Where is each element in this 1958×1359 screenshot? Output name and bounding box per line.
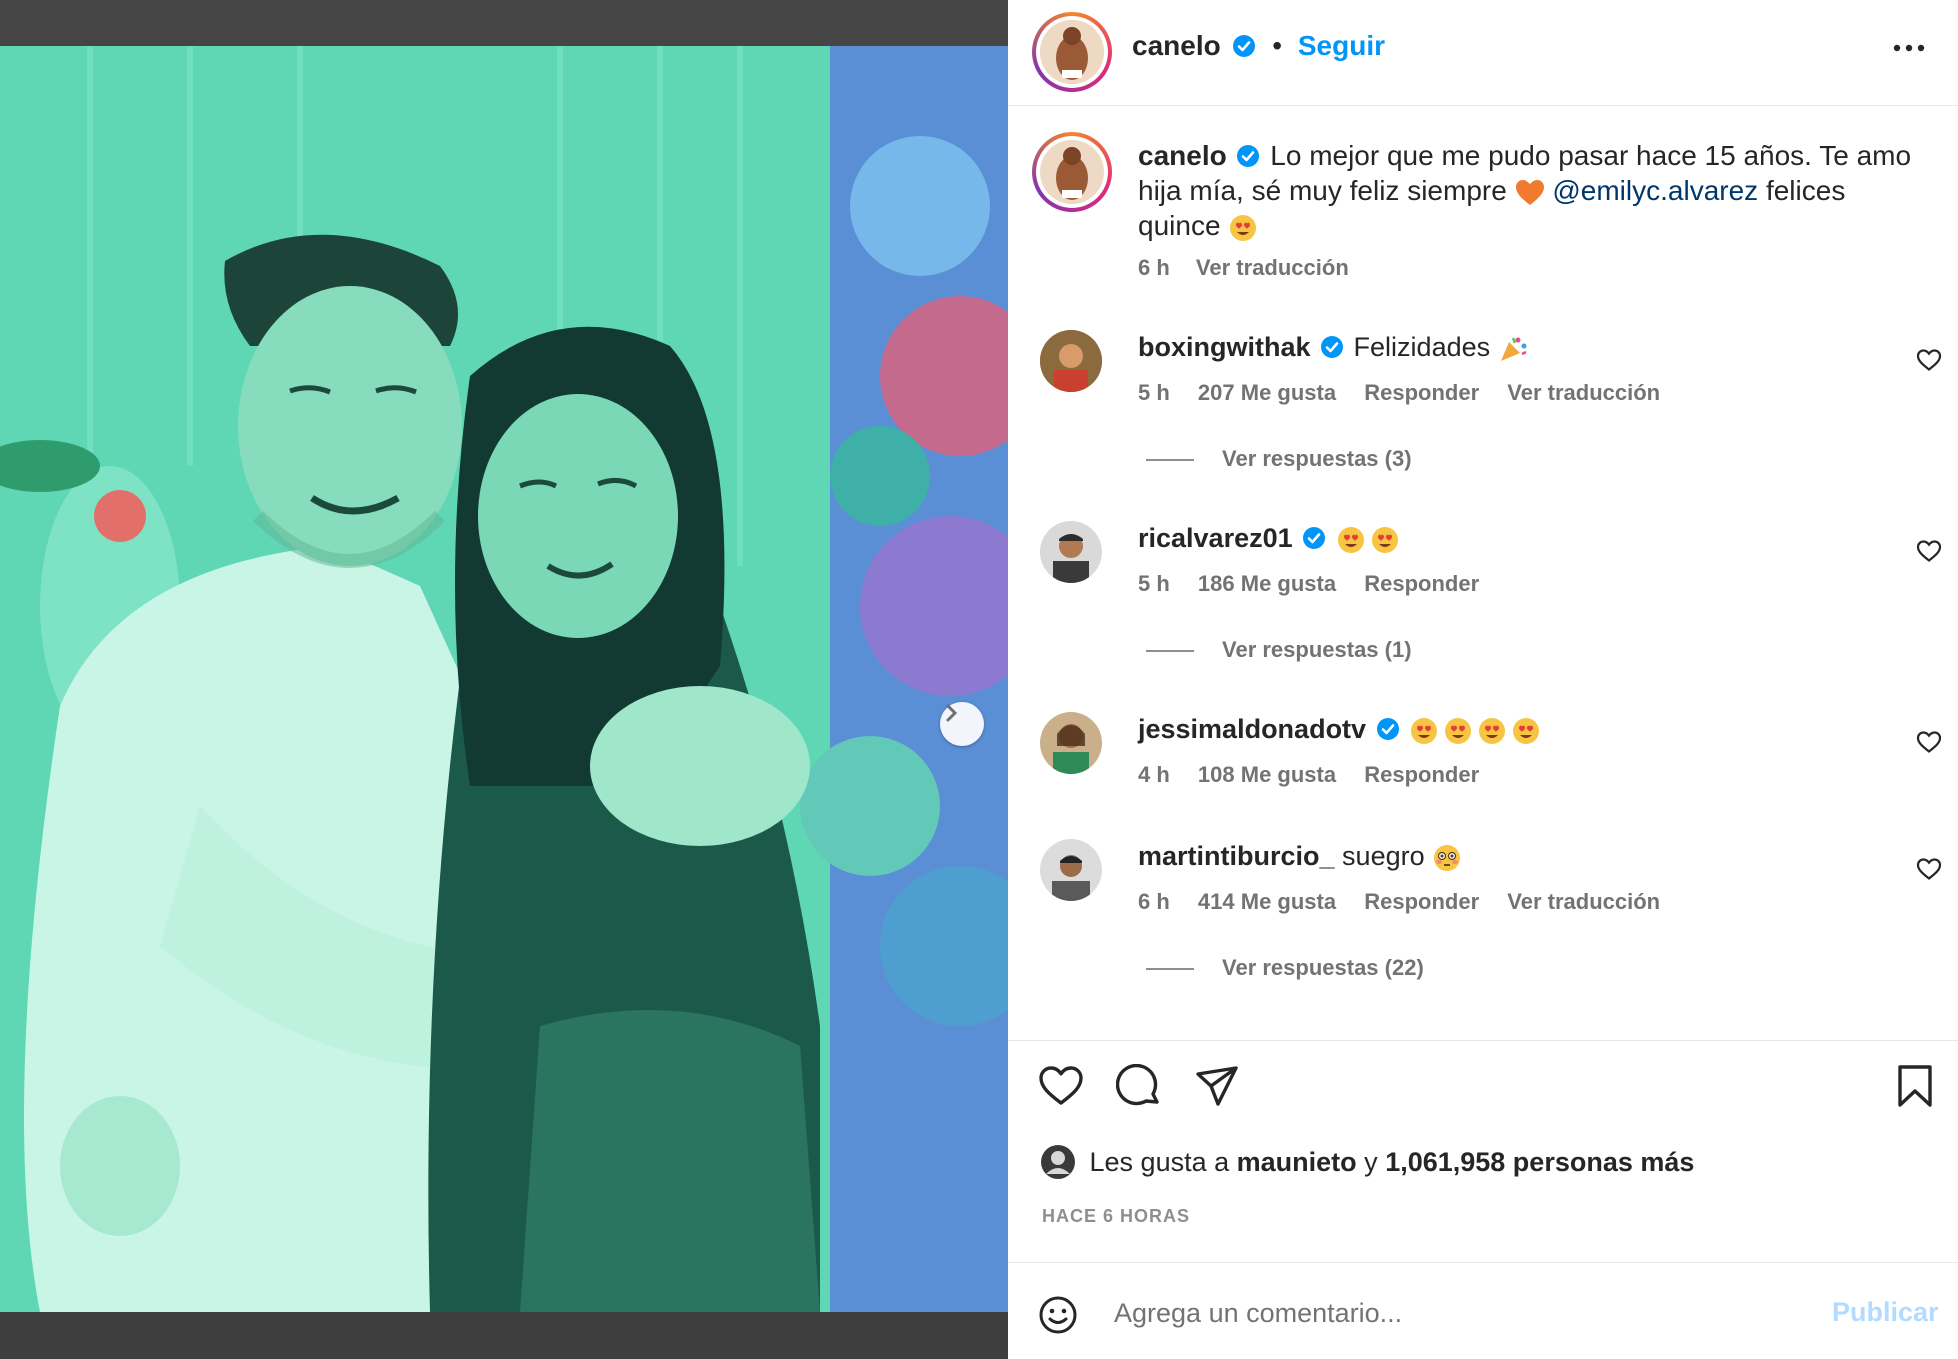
likes-count-link[interactable]: 1,061,958 personas más: [1385, 1147, 1694, 1177]
replies-line: [1146, 459, 1194, 462]
liker-username[interactable]: maunieto: [1237, 1147, 1357, 1177]
comment-username[interactable]: jessimaldonadotv: [1138, 714, 1366, 744]
likes-summary: Les gusta a maunieto y 1,061,958 persona…: [1040, 1144, 1694, 1180]
caption-username[interactable]: canelo: [1138, 140, 1227, 171]
verified-badge-icon: [1321, 335, 1344, 358]
avatar-photo: [1040, 140, 1104, 204]
avatar-photo: [1040, 712, 1102, 774]
verified-badge-icon: [1237, 144, 1260, 167]
emoji-picker-icon[interactable]: [1038, 1295, 1078, 1335]
party-popper-emoji-icon: [1500, 337, 1527, 361]
avatar-photo: [1040, 521, 1102, 583]
commenter-avatar[interactable]: [1040, 712, 1102, 774]
flushed-face-emoji-icon: [1434, 844, 1461, 871]
likes-prefix: Les gusta a: [1089, 1147, 1230, 1177]
comment-item: boxingwithak Felizidades 5 h 207 Me gust…: [1008, 330, 1958, 480]
header-separator: •: [1272, 30, 1283, 61]
author-avatar[interactable]: [1032, 12, 1112, 92]
replies-line: [1146, 650, 1194, 653]
comment-item: ricalvarez01 5 h 186 Me gusta Responder …: [1008, 521, 1958, 671]
orange-heart-icon: [1515, 179, 1544, 205]
comment-reply-button[interactable]: Responder: [1364, 889, 1479, 914]
view-replies-button[interactable]: Ver respuestas (22): [1146, 955, 1424, 981]
photo-bottom-strip: [0, 1312, 1008, 1359]
liker-avatar[interactable]: [1040, 1144, 1076, 1180]
comment-item: martintiburcio_ suegro 6 h 414 Me gusta …: [1008, 839, 1958, 999]
caption-meta: 6 h Ver traducción: [1138, 255, 1369, 281]
comment-reply-button[interactable]: Responder: [1364, 762, 1479, 787]
photo-top-strip: [0, 0, 1008, 46]
follow-button[interactable]: Seguir: [1298, 30, 1385, 61]
comment-time: 4 h: [1138, 762, 1170, 787]
caption-time: 6 h: [1138, 255, 1170, 280]
comment-time: 6 h: [1138, 889, 1170, 914]
more-options-button[interactable]: [1892, 40, 1926, 58]
verified-badge-icon: [1233, 34, 1256, 57]
comment-item: jessimaldonadotv 4 h 108 Me gusta Respon…: [1008, 712, 1958, 802]
heart-eyes-emoji-icon: [1337, 526, 1398, 553]
comment-translate-link[interactable]: Ver traducción: [1507, 380, 1660, 405]
avatar-photo: [1040, 839, 1102, 901]
commenter-avatar[interactable]: [1040, 521, 1102, 583]
heart-eyes-emoji-icon: [1230, 214, 1257, 241]
commenter-avatar[interactable]: [1040, 330, 1102, 392]
publish-button[interactable]: Publicar: [1832, 1297, 1939, 1328]
chevron-right-icon: [946, 704, 958, 722]
heart-eyes-emoji-icon: [1411, 717, 1540, 744]
post-caption: canelo Lo mejor que me pudo pasar hace 1…: [1138, 138, 1918, 243]
like-comment-heart-icon[interactable]: [1916, 730, 1942, 754]
commenter-avatar[interactable]: [1040, 839, 1102, 901]
instagram-post-view: canelo • Seguir canelo Lo mejor que me p…: [0, 0, 1958, 1359]
comment-likes[interactable]: 414 Me gusta: [1198, 889, 1336, 914]
comment-input[interactable]: [1114, 1293, 1794, 1333]
caption-translate-link[interactable]: Ver traducción: [1196, 255, 1349, 280]
save-bookmark-icon[interactable]: [1896, 1064, 1934, 1108]
comment-username[interactable]: boxingwithak: [1138, 332, 1311, 362]
post-timestamp: HACE 6 HORAS: [1042, 1206, 1191, 1226]
verified-badge-icon: [1303, 526, 1326, 549]
replies-label: Ver respuestas (3): [1222, 446, 1412, 471]
comment-username[interactable]: ricalvarez01: [1138, 523, 1293, 553]
comment-time: 5 h: [1138, 571, 1170, 596]
like-comment-heart-icon[interactable]: [1916, 348, 1942, 372]
comment-time: 5 h: [1138, 380, 1170, 405]
photo-illustration: [0, 46, 1008, 1312]
view-replies-button[interactable]: Ver respuestas (3): [1146, 446, 1412, 472]
comment-username[interactable]: martintiburcio_: [1138, 841, 1335, 871]
like-comment-heart-icon[interactable]: [1916, 857, 1942, 881]
comment-bubble-icon[interactable]: [1116, 1064, 1162, 1110]
comment-likes[interactable]: 207 Me gusta: [1198, 380, 1336, 405]
like-comment-heart-icon[interactable]: [1916, 539, 1942, 563]
replies-label: Ver respuestas (1): [1222, 637, 1412, 662]
comment-reply-button[interactable]: Responder: [1364, 380, 1479, 405]
avatar-photo: [1040, 330, 1102, 392]
next-photo-button[interactable]: [940, 702, 984, 746]
post-header: canelo • Seguir: [1008, 0, 1958, 106]
comment-likes[interactable]: 186 Me gusta: [1198, 571, 1336, 596]
comment-reply-button[interactable]: Responder: [1364, 571, 1479, 596]
likes-middle: y: [1364, 1147, 1378, 1177]
caption-avatar[interactable]: [1032, 132, 1112, 212]
post-side-panel: canelo • Seguir canelo Lo mejor que me p…: [1008, 0, 1958, 1359]
more-horizontal-icon: [1893, 44, 1925, 52]
mention-link[interactable]: @emilyc.alvarez: [1552, 175, 1758, 206]
share-send-icon[interactable]: [1194, 1064, 1240, 1108]
verified-badge-icon: [1376, 717, 1399, 740]
avatar-photo: [1040, 20, 1104, 84]
comment-likes[interactable]: 108 Me gusta: [1198, 762, 1336, 787]
post-photo[interactable]: [0, 46, 1008, 1312]
comment-text: suegro: [1342, 841, 1425, 871]
view-replies-button[interactable]: Ver respuestas (1): [1146, 637, 1412, 663]
comment-composer: Publicar: [1008, 1262, 1958, 1359]
author-username[interactable]: canelo: [1132, 30, 1221, 61]
photo-pane: [0, 0, 1008, 1359]
comment-translate-link[interactable]: Ver traducción: [1507, 889, 1660, 914]
replies-label: Ver respuestas (22): [1222, 955, 1424, 980]
like-heart-icon[interactable]: [1038, 1065, 1084, 1107]
replies-line: [1146, 968, 1194, 971]
comment-text: Felizidades: [1353, 332, 1491, 362]
